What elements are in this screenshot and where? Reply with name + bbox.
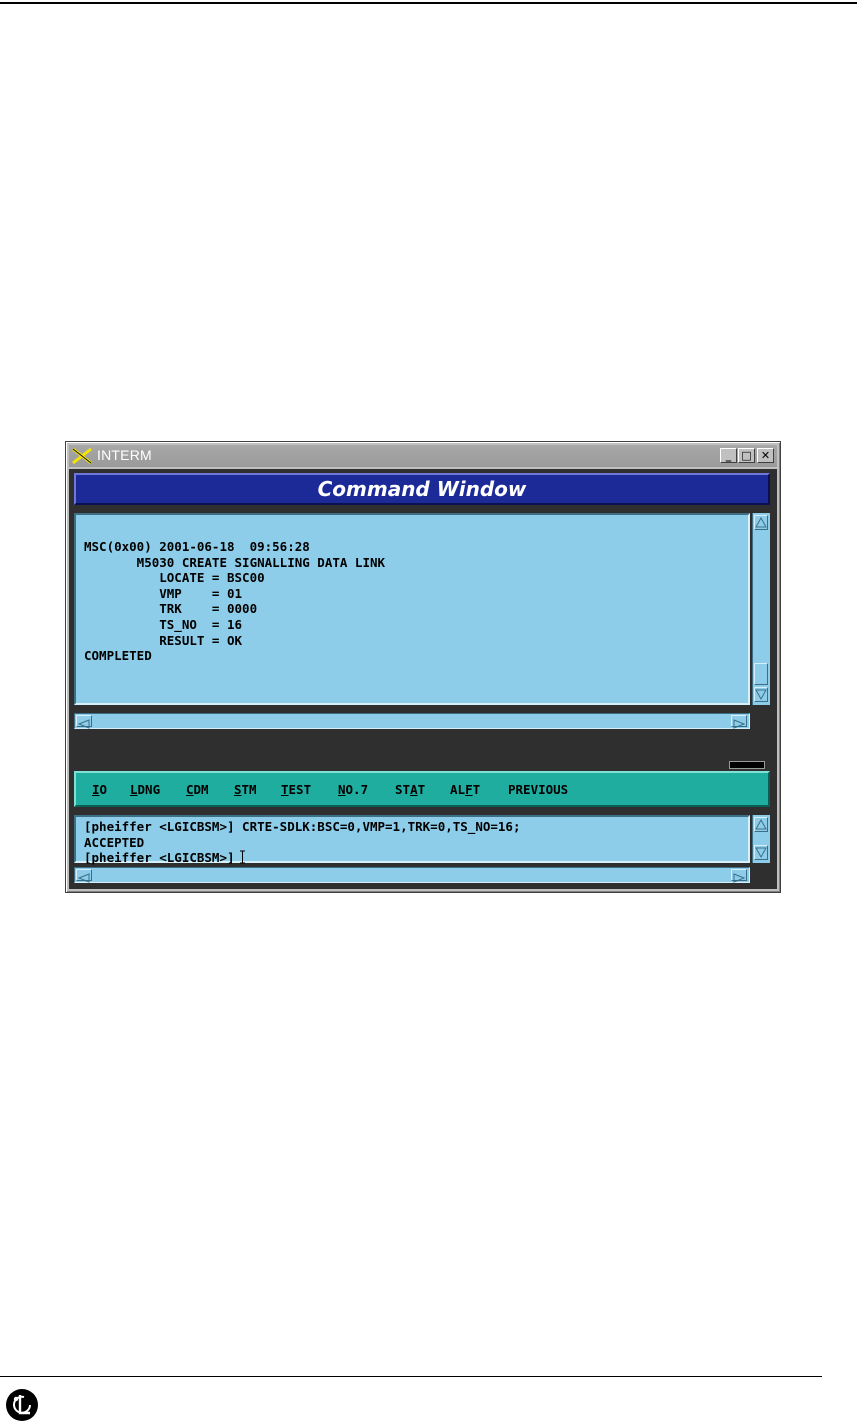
- output-line: LOCATE = BSC00: [84, 570, 265, 586]
- scroll-left-button[interactable]: [76, 715, 92, 729]
- menu-item-cdm[interactable]: CDM: [186, 782, 209, 797]
- arrow-up-icon: [755, 516, 767, 528]
- output-line: RESULT = OK: [84, 632, 243, 648]
- output-vertical-scrollbar[interactable]: [752, 513, 770, 705]
- input-scroll-down-button[interactable]: [754, 845, 768, 860]
- command-window-header: Command Window: [74, 473, 770, 505]
- output-horizontal-scrollbar[interactable]: [74, 713, 750, 729]
- arrow-down-icon: [755, 689, 767, 701]
- input-scroll-up-button[interactable]: [754, 817, 768, 832]
- input-line: ACCEPTED: [84, 834, 145, 850]
- menu-item-stm[interactable]: STM: [234, 782, 257, 797]
- page-top-rule: [0, 2, 857, 4]
- output-line: COMPLETED: [84, 648, 152, 664]
- lg-logo-icon: [6, 1389, 38, 1421]
- output-line: TRK = 0000: [84, 601, 258, 617]
- input-text: [pheiffer <LGICBSM>] CRTE-SDLK:BSC=0,VMP…: [84, 819, 521, 866]
- input-line: [pheiffer <LGICBSM>] CRTE-SDLK:BSC=0,VMP…: [84, 819, 521, 834]
- prompt-line: [pheiffer <LGICBSM>]: [84, 850, 521, 866]
- input-horizontal-scrollbar[interactable]: [74, 867, 750, 883]
- text-cursor-icon: [239, 850, 245, 864]
- maximize-button[interactable]: □: [738, 448, 755, 463]
- output-line: TS_NO = 16: [84, 616, 243, 632]
- arrow-left-icon: [77, 873, 90, 883]
- menu-item-alft[interactable]: ALFT: [450, 782, 480, 797]
- scroll-right-button[interactable]: [731, 715, 747, 729]
- minimize-button[interactable]: _: [720, 448, 737, 463]
- command-window-title: Command Window: [317, 477, 527, 501]
- interm-window: INTERM _ □ ✕ Command Window MSC(0x00) 20…: [65, 441, 781, 893]
- page-bottom-rule: [0, 1376, 822, 1377]
- window-client-area: Command Window MSC(0x00) 2001-06-18 09:5…: [69, 469, 777, 889]
- output-pane[interactable]: MSC(0x00) 2001-06-18 09:56:28 M5030 CREA…: [74, 513, 750, 705]
- pane-splitter[interactable]: [729, 761, 765, 769]
- menu-item-ldng[interactable]: LDNG: [130, 782, 160, 797]
- output-line: MSC(0x00) 2001-06-18 09:56:28: [84, 539, 310, 554]
- window-title: INTERM: [97, 447, 152, 463]
- input-pane[interactable]: [pheiffer <LGICBSM>] CRTE-SDLK:BSC=0,VMP…: [74, 815, 750, 866]
- arrow-right-icon: [733, 873, 746, 883]
- close-button[interactable]: ✕: [757, 448, 774, 463]
- menu-item-previous[interactable]: PREVIOUS: [508, 782, 568, 797]
- output-line: M5030 CREATE SIGNALLING DATA LINK: [84, 554, 386, 570]
- title-bar[interactable]: INTERM _ □ ✕: [69, 445, 777, 467]
- input-scroll-left-button[interactable]: [76, 869, 92, 883]
- menu-item-no7[interactable]: NO.7: [338, 782, 368, 797]
- x-logo-icon: [72, 447, 92, 465]
- arrow-up-icon: [755, 818, 767, 830]
- menu-item-stat[interactable]: STAT: [395, 782, 425, 797]
- menu-item-io[interactable]: IO: [92, 782, 107, 797]
- arrow-left-icon: [77, 719, 90, 729]
- output-text: MSC(0x00) 2001-06-18 09:56:28 M5030 CREA…: [84, 539, 385, 664]
- command-menu-bar: IO LDNG CDM STM TEST NO.7 STAT ALFT PREVIOUS: [74, 771, 770, 807]
- arrow-down-icon: [755, 847, 767, 859]
- scroll-up-button[interactable]: [754, 515, 768, 530]
- arrow-right-icon: [733, 719, 746, 729]
- output-line: VMP = 01: [84, 585, 243, 601]
- input-vertical-scrollbar[interactable]: [752, 815, 770, 863]
- scroll-down-button[interactable]: [754, 687, 768, 702]
- input-scroll-right-button[interactable]: [731, 869, 747, 883]
- menu-item-test[interactable]: TEST: [281, 782, 311, 797]
- scroll-thumb[interactable]: [754, 663, 768, 685]
